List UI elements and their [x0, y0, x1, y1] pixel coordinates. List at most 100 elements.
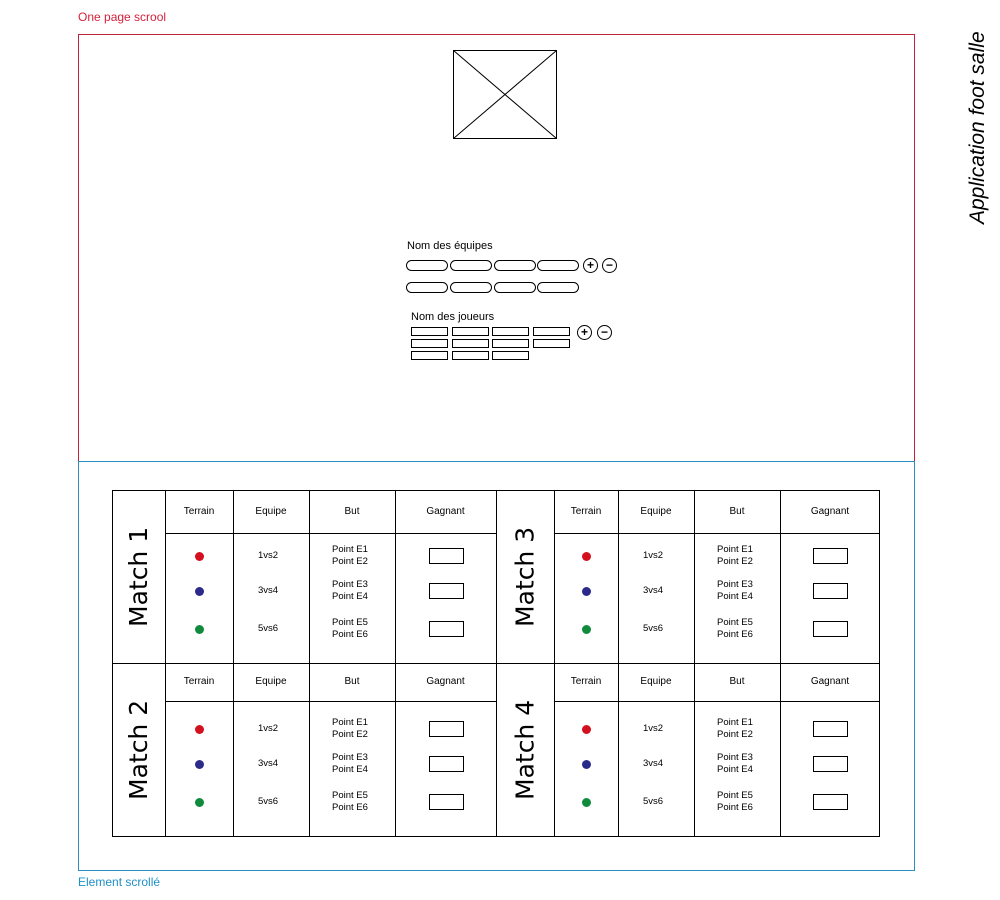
winner-input[interactable]: [813, 756, 848, 772]
winner-input[interactable]: [428, 756, 464, 772]
label-element-scrolled: Element scrollé: [78, 875, 161, 889]
match-title: Match 3: [510, 526, 540, 627]
score-label: Point E1: [717, 717, 753, 728]
team-name-input[interactable]: [494, 282, 536, 293]
winner-input[interactable]: [428, 583, 464, 599]
teams-label: Nom des équipes: [407, 240, 493, 252]
winner-input[interactable]: [813, 721, 848, 737]
column-header: Gagnant: [810, 676, 850, 687]
column-header: Gagnant: [426, 505, 465, 517]
add-team-button[interactable]: +: [583, 258, 598, 273]
score-label: Point E1: [332, 544, 368, 555]
winner-input[interactable]: [428, 548, 464, 564]
score-label: Point E4: [332, 764, 368, 775]
column-header: Terrain: [570, 676, 602, 687]
team-name-input[interactable]: [537, 260, 579, 271]
column-header: Equipe: [640, 505, 672, 517]
score-label: Point E6: [332, 629, 368, 640]
remove-player-button[interactable]: −: [597, 325, 612, 340]
team-matchup: 1vs2: [643, 723, 664, 734]
winner-input[interactable]: [428, 721, 464, 737]
column-header: But: [729, 505, 745, 517]
score-label: Point E3: [717, 752, 753, 763]
player-name-input[interactable]: [533, 327, 570, 336]
column-header: Equipe: [255, 505, 287, 517]
column-header: Gagnant: [426, 676, 465, 687]
terrain-dot: [581, 797, 591, 807]
score-label: Point E4: [717, 764, 753, 775]
score-label: Point E5: [717, 790, 753, 801]
score-cell: Point E1 Point E2: [332, 544, 368, 568]
score-label: Point E2: [717, 729, 753, 740]
team-matchup: 3vs4: [258, 758, 279, 769]
column-header: But: [344, 505, 360, 517]
player-name-input[interactable]: [411, 339, 448, 348]
team-matchup: 1vs2: [258, 550, 279, 561]
score-label: Point E5: [332, 790, 368, 801]
terrain-dot: [194, 797, 204, 807]
player-name-input[interactable]: [533, 339, 570, 348]
add-player-button[interactable]: +: [577, 325, 592, 340]
terrain-dot: [581, 551, 591, 561]
score-label: Point E6: [717, 802, 753, 813]
team-name-input[interactable]: [450, 260, 492, 271]
score-label: Point E5: [332, 617, 368, 628]
column-header: Terrain: [183, 676, 215, 687]
terrain-dot: [581, 724, 591, 734]
team-name-input[interactable]: [494, 260, 536, 271]
score-label: Point E2: [332, 729, 368, 740]
terrain-dot: [194, 586, 204, 596]
team-matchup: 5vs6: [258, 796, 279, 807]
column-header: But: [344, 676, 360, 687]
team-matchup: 1vs2: [258, 723, 279, 734]
player-name-input[interactable]: [492, 339, 529, 348]
terrain-dot: [194, 551, 204, 561]
score-cell: Point E1 Point E2: [717, 717, 753, 741]
column-header: But: [729, 676, 745, 687]
score-cell: Point E3 Point E4: [717, 579, 753, 603]
score-cell: Point E3 Point E4: [332, 579, 368, 603]
winner-input[interactable]: [813, 548, 848, 564]
terrain-dot: [581, 586, 591, 596]
match-title: Match 2: [124, 699, 153, 800]
score-cell: Point E5 Point E6: [717, 790, 753, 814]
winner-input[interactable]: [813, 583, 848, 599]
score-label: Point E4: [332, 591, 368, 602]
match-title: Match 1: [124, 526, 153, 627]
app-title: Application foot salle: [966, 31, 989, 224]
team-matchup: 5vs6: [643, 623, 664, 634]
team-name-input[interactable]: [406, 282, 448, 293]
team-matchup: 5vs6: [258, 623, 279, 634]
score-cell: Point E5 Point E6: [332, 790, 368, 814]
player-name-input[interactable]: [452, 351, 489, 360]
column-header: Equipe: [255, 676, 287, 687]
column-header: Equipe: [640, 676, 672, 687]
team-matchup: 3vs4: [258, 585, 279, 596]
players-label: Nom des joueurs: [411, 311, 495, 323]
team-name-input[interactable]: [406, 260, 448, 271]
score-label: Point E1: [332, 717, 368, 728]
winner-input[interactable]: [813, 794, 848, 810]
terrain-dot: [581, 624, 591, 634]
player-name-input[interactable]: [411, 327, 448, 336]
score-cell: Point E3 Point E4: [332, 752, 368, 776]
player-name-input[interactable]: [452, 339, 489, 348]
winner-input[interactable]: [428, 794, 464, 810]
remove-team-button[interactable]: −: [602, 258, 617, 273]
score-cell: Point E5 Point E6: [332, 617, 368, 641]
team-name-input[interactable]: [450, 282, 492, 293]
score-label: Point E5: [717, 617, 753, 628]
player-name-input[interactable]: [452, 327, 489, 336]
team-matchup: 1vs2: [643, 550, 664, 561]
image-placeholder-icon: [453, 50, 557, 139]
team-matchup: 3vs4: [643, 585, 664, 596]
player-name-input[interactable]: [411, 351, 448, 360]
score-label: Point E6: [717, 629, 753, 640]
score-cell: Point E1 Point E2: [332, 717, 368, 741]
score-label: Point E2: [717, 556, 753, 567]
player-name-input[interactable]: [492, 351, 529, 360]
player-name-input[interactable]: [492, 327, 529, 336]
winner-input[interactable]: [813, 621, 848, 637]
team-name-input[interactable]: [537, 282, 579, 293]
winner-input[interactable]: [428, 621, 464, 637]
